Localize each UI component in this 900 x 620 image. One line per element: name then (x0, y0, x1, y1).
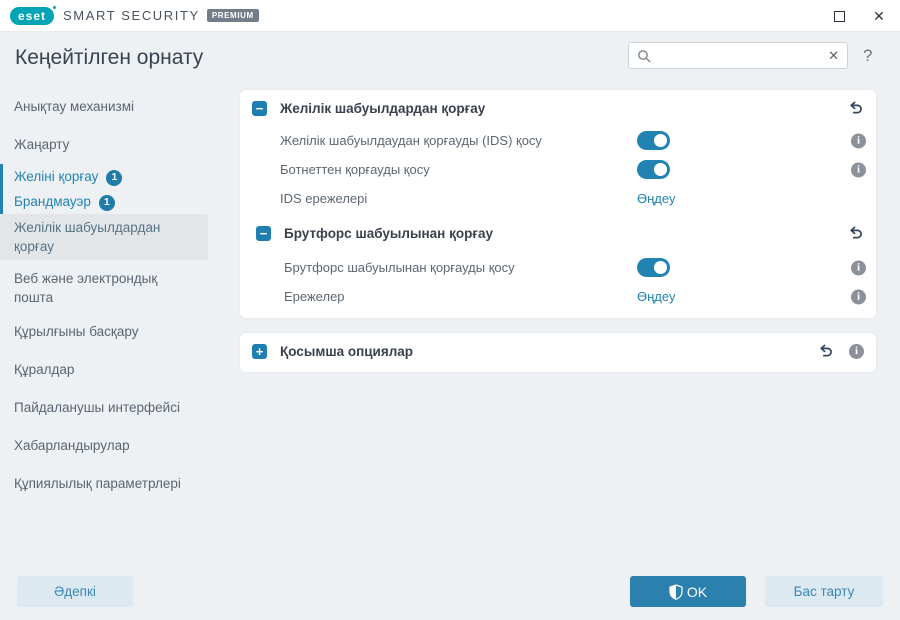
edit-rules-link[interactable]: Өңдеу (637, 289, 675, 304)
sidebar-item-notifications[interactable]: Хабарландырулар (0, 427, 232, 465)
bruteforce-toggle-on[interactable] (637, 258, 670, 277)
info-icon[interactable]: i (851, 289, 866, 304)
sidebar-item-device-control[interactable]: Құрылғыны басқару (0, 313, 232, 351)
window-controls: ✕ (826, 0, 892, 32)
setting-label: Ережелер (284, 289, 345, 304)
close-icon: ✕ (873, 8, 885, 24)
help-icon[interactable]: ? (863, 46, 872, 66)
close-button[interactable]: ✕ (866, 3, 892, 29)
setting-row-rules: Ережелер Өңдеу i (240, 282, 876, 311)
ok-button[interactable]: OK (630, 576, 746, 607)
setting-label: Желілік шабуылдаудан қорғауды (IDS) қосу (280, 133, 542, 148)
sidebar-item-firewall[interactable]: Брандмауэр 1 (3, 189, 232, 214)
sidebar: Анықтау механизмі Жаңарту Желіні қорғау 1… (0, 88, 232, 503)
default-button[interactable]: Әдепкі (17, 576, 133, 607)
section-header-additional-options: + Қосымша опциялар i (240, 333, 876, 369)
sidebar-item-privacy-settings[interactable]: Құпиялылық параметрлері (0, 465, 232, 503)
setting-row-bruteforce: Брутфорс шабуылынан қорғауды қосу i (240, 253, 876, 282)
toggle-knob (654, 163, 667, 176)
revert-icon[interactable] (848, 225, 864, 241)
setting-label: Брутфорс шабуылынан қорғауды қосу (284, 260, 515, 275)
setting-row-ids-rules: IDS ережелері Өңдеу (240, 184, 876, 213)
section-header-bruteforce: − Брутфорс шабуылынан қорғау (240, 213, 876, 253)
setting-row-botnet: Ботнеттен қорғауды қосу i (240, 155, 876, 184)
ids-toggle-on[interactable] (637, 131, 670, 150)
botnet-toggle-on[interactable] (637, 160, 670, 179)
attention-badge: 1 (106, 169, 123, 186)
revert-icon[interactable] (848, 100, 864, 116)
collapse-icon[interactable]: − (252, 100, 267, 116)
cancel-button[interactable]: Бас тарту (765, 576, 883, 607)
search-input[interactable] (657, 48, 823, 63)
page-title: Кеңейтілген орнату (15, 46, 204, 69)
setting-row-ids: Желілік шабуылдаудан қорғауды (IDS) қосу… (240, 126, 876, 155)
additional-options-panel: + Қосымша опциялар i (240, 333, 876, 372)
maximize-icon (833, 10, 845, 22)
brand-title: SMART SECURITY (63, 8, 200, 23)
info-icon[interactable]: i (851, 133, 866, 148)
subsection-title: Брутфорс шабуылынан қорғау (284, 225, 493, 241)
attention-badge: 1 (98, 194, 115, 211)
search-icon (638, 49, 651, 62)
info-icon[interactable]: i (851, 260, 866, 275)
info-icon[interactable]: i (849, 343, 864, 359)
toggle-knob (654, 134, 667, 147)
sidebar-item-detection-engine[interactable]: Анықтау механизмі (0, 88, 232, 126)
search-box[interactable]: ✕ (628, 42, 848, 69)
section-title: Қосымша опциялар (280, 343, 414, 359)
section-header-network-attack: − Желілік шабуылдардан қорғау (240, 90, 876, 126)
edit-ids-rules-link[interactable]: Өңдеу (637, 191, 675, 206)
info-icon[interactable]: i (851, 162, 866, 177)
premium-badge: PREMIUM (206, 9, 259, 22)
search-clear-icon[interactable]: ✕ (828, 48, 839, 64)
sidebar-item-network-attack-protection[interactable]: Желілік шабуылдардан қорғау (0, 214, 208, 260)
setting-label: Ботнеттен қорғауды қосу (280, 162, 430, 177)
section-title: Желілік шабуылдардан қорғау (280, 100, 486, 116)
revert-icon[interactable] (818, 343, 834, 359)
sidebar-item-web-email[interactable]: Веб және электрондық пошта (0, 260, 208, 313)
admin-shield-icon (669, 583, 683, 600)
sidebar-group-network: Желіні қорғау 1 Брандмауэр 1 (0, 164, 232, 214)
sidebar-item-user-interface[interactable]: Пайдаланушы интерфейсі (0, 389, 232, 427)
toggle-knob (654, 261, 667, 274)
sidebar-item-network-protection[interactable]: Желіні қорғау 1 (3, 164, 232, 189)
network-attack-protection-panel: − Желілік шабуылдардан қорғау Желілік ша… (240, 90, 876, 318)
eset-logo: eset (10, 5, 57, 25)
expand-icon[interactable]: + (252, 343, 267, 359)
collapse-icon[interactable]: − (256, 225, 271, 241)
setting-label: IDS ережелері (280, 191, 368, 206)
titlebar: eset SMART SECURITY PREMIUM ✕ (0, 0, 900, 32)
sidebar-item-tools[interactable]: Құралдар (0, 351, 232, 389)
sidebar-item-update[interactable]: Жаңарту (0, 126, 232, 164)
maximize-button[interactable] (826, 3, 852, 29)
